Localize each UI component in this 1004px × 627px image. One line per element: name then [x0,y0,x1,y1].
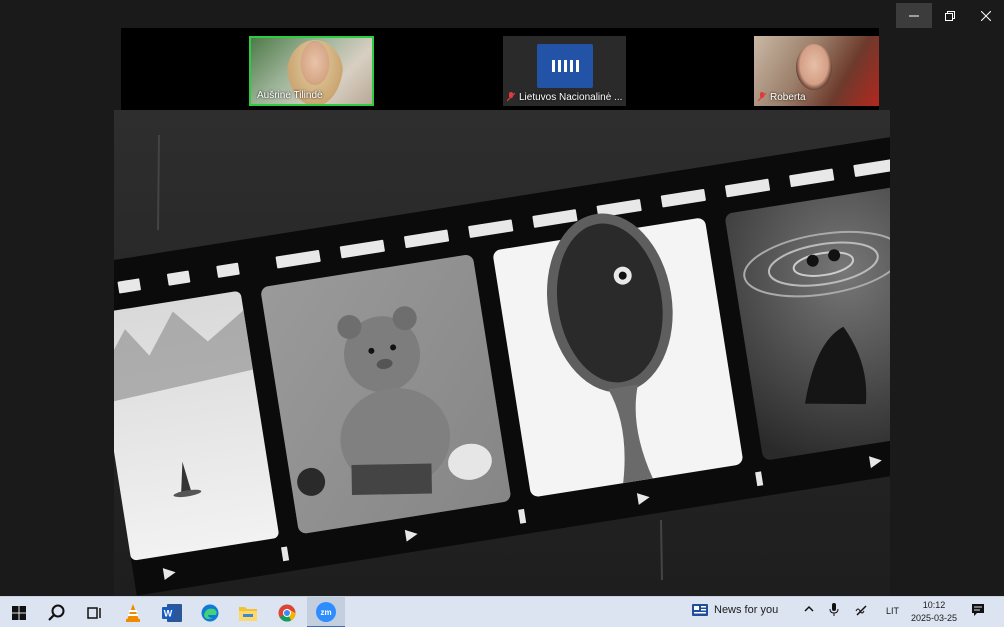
restore-icon [945,10,955,21]
task-view-button[interactable] [76,597,114,627]
library-logo [537,44,593,88]
input-language[interactable]: LIT [886,606,899,616]
participant-video [796,44,832,90]
close-icon [981,10,991,21]
start-button[interactable] [0,597,38,627]
zoom-app[interactable]: zm [307,597,345,627]
participant-tile[interactable]: Lietuvos Nacionalinė ... [503,36,626,106]
minimize-icon [909,15,919,16]
minimize-button[interactable] [896,3,932,28]
participant-name: Aušrinė Tilindė [257,90,323,101]
chrome-app[interactable] [268,597,306,627]
show-hidden-icons[interactable] [803,603,815,618]
participant-tile[interactable]: Roberta [754,36,879,106]
participant-name: Lietuvos Nacionalinė ... [519,92,623,103]
search-button[interactable] [38,597,76,627]
restore-button[interactable] [932,3,968,28]
word-icon: W [162,603,182,622]
svg-text:zm: zm [320,608,331,617]
edge-app[interactable] [191,597,229,627]
news-widget[interactable]: News for you [692,604,778,616]
news-label: News for you [714,604,779,616]
edge-icon [201,604,219,621]
news-icon [692,604,708,616]
close-button[interactable] [968,3,1004,28]
participant-tile[interactable]: Aušrinė Tilindė [249,36,374,106]
search-icon [48,604,65,621]
clock-date: 2025-03-25 [910,613,958,623]
microphone-icon [829,603,839,616]
vlc-app[interactable] [114,597,152,627]
notifications-button[interactable] [971,603,985,620]
svg-text:W: W [164,608,173,618]
clock-time: 10:12 [922,600,946,610]
chrome-icon [278,604,296,622]
teddy-bear-frame [261,255,511,534]
vlc-icon [126,603,140,622]
word-app[interactable]: W [153,597,191,627]
participant-strip: Aušrinė Tilindė Lietuvos Nacionalinė ...… [121,28,879,110]
file-explorer-icon [239,606,257,621]
microphone-indicator[interactable] [829,603,839,620]
pen-icon [855,605,867,616]
film-strip-illustration [114,110,890,596]
shared-screen [114,110,890,596]
participant-name: Roberta [770,92,806,103]
task-view-icon [87,606,101,619]
taskbar: W zm News for you LIT 10:12 2025-03-25 [0,596,1004,627]
notification-icon [972,604,984,616]
windows-start-icon [12,605,26,620]
chevron-up-icon [804,605,814,612]
zoom-icon: zm [316,601,336,622]
zoom-window: Aušrinė Tilindė Lietuvos Nacionalinė ...… [0,0,1004,627]
clock[interactable]: 10:12 2025-03-25 [905,599,963,625]
pen-settings[interactable] [855,603,869,620]
file-explorer-app[interactable] [229,597,267,627]
mic-muted-icon [758,92,766,102]
mic-muted-icon [507,92,515,102]
